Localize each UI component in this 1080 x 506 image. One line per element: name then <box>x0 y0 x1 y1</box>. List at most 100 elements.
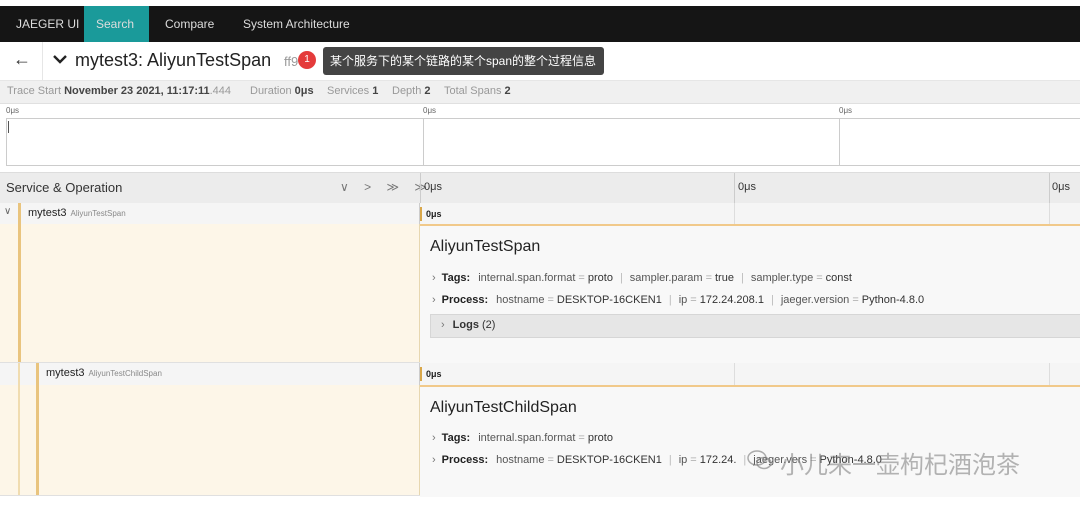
minimap-tick: 0μs <box>6 106 20 115</box>
indent-guide <box>18 385 20 495</box>
span-row[interactable]: mytest3 AliyunTestChildSpan 0μs <box>0 363 1080 386</box>
timeline-tick: 0μs <box>424 181 442 193</box>
chevron-right-icon: › <box>432 294 436 306</box>
process-value: 172.24.208.1 <box>699 294 764 306</box>
tick-line <box>1049 363 1050 385</box>
services-value: 1 <box>372 85 379 97</box>
nav-system-architecture[interactable]: System Architecture <box>231 6 362 42</box>
minimap-divider <box>423 119 424 165</box>
chevron-right-icon: › <box>432 454 436 466</box>
process-key: jaeger.version <box>780 294 850 306</box>
span-service: mytest3 AliyunTestChildSpan <box>46 367 162 379</box>
timeline-header: Service & Operation ∨ > ≫ ≫ 0μs 0μs 0μs <box>0 172 1080 204</box>
span-bar <box>420 367 422 381</box>
tick-line <box>1049 203 1050 225</box>
indent-guide <box>18 363 20 385</box>
span-duration: 0μs <box>426 369 442 379</box>
span-name-cell[interactable]: mytest3 AliyunTestChildSpan <box>0 363 420 385</box>
tag-value: const <box>825 272 852 284</box>
span-detail: AliyunTestSpan › Tags: internal.span.forma… <box>0 224 1080 364</box>
logs-count: (2) <box>482 319 496 331</box>
logs-toggle[interactable]: › Logs (2) <box>441 319 495 331</box>
total-spans-value: 2 <box>504 85 511 97</box>
service-color-bar <box>36 363 39 385</box>
process-value: 172.24. <box>699 454 737 466</box>
process-key: ip <box>678 454 688 466</box>
duration-label: Duration <box>250 85 292 97</box>
minimap-divider <box>839 119 840 165</box>
timeline-tick: 0μs <box>1052 181 1070 193</box>
tick-line <box>734 203 735 225</box>
top-nav: JAEGER UI Search Compare System Architec… <box>0 6 1080 42</box>
tag-value: proto <box>587 272 613 284</box>
total-spans-label: Total Spans <box>444 85 502 97</box>
tag-key: sampler.param <box>629 272 703 284</box>
span-bar <box>420 207 422 221</box>
tag-value: true <box>715 272 734 284</box>
process-value: DESKTOP-16CKEN1 <box>556 294 662 306</box>
operation-name: AliyunTestSpan <box>70 209 126 218</box>
service-color-bar <box>36 385 39 495</box>
column-resizer[interactable] <box>413 173 421 203</box>
tags-row[interactable]: › Tags: internal.span.format = proto <box>432 432 613 444</box>
chevron-right-icon: › <box>441 319 445 331</box>
operation-name: AliyunTestChildSpan <box>88 369 162 378</box>
trace-meta: Trace Start November 23 2021, 11:17:11.4… <box>0 81 1080 104</box>
total-spans: Total Spans 2 <box>444 85 511 97</box>
logs-section[interactable]: › Logs (2) <box>430 314 1080 338</box>
nav-search[interactable]: Search <box>84 6 149 42</box>
back-button[interactable]: ← <box>0 42 43 80</box>
tag-value: proto <box>587 432 613 444</box>
process-key: ip <box>678 294 688 306</box>
span-service: mytest3 AliyunTestSpan <box>28 207 126 219</box>
span-duration: 0μs <box>426 209 442 219</box>
span-detail-gutter <box>0 224 420 362</box>
trace-id: ff9 <box>284 54 299 69</box>
process-key: hostname <box>496 294 545 306</box>
duration: Duration 0μs <box>250 85 314 97</box>
depth-label: Depth <box>392 85 422 97</box>
process-label: Process: <box>441 294 489 306</box>
tags-row[interactable]: › Tags: internal.span.format = proto | sampler… <box>432 272 852 284</box>
tags-label: Tags: <box>441 432 471 444</box>
trace-minimap[interactable] <box>6 118 1080 166</box>
arrow-left-icon: ← <box>13 49 31 69</box>
span-detail-panel: AliyunTestChildSpan › Tags: internal.span.… <box>420 385 1080 497</box>
tag-key: internal.span.format <box>478 432 576 444</box>
span-row[interactable]: ∨ mytest3 AliyunTestSpan 0μs <box>0 203 1080 226</box>
minimap-tick: 0μs <box>839 106 853 115</box>
chevron-down-icon[interactable]: ∨ <box>4 206 11 217</box>
minimap-span-mark <box>8 121 9 133</box>
tags-label: Tags: <box>441 272 471 284</box>
timeline-tick: 0μs <box>738 181 756 193</box>
process-label: Process: <box>441 454 489 466</box>
span-detail-title: AliyunTestSpan <box>430 238 541 255</box>
brand-logo[interactable]: JAEGER UI <box>16 6 79 42</box>
service-name: mytest3 <box>28 207 67 219</box>
process-key: hostname <box>496 454 545 466</box>
tag-key: sampler.type <box>750 272 814 284</box>
tick-line <box>734 363 735 385</box>
tick-line <box>1049 173 1050 203</box>
service-operation-header: Service & Operation <box>6 180 123 195</box>
span-name-cell[interactable]: ∨ mytest3 AliyunTestSpan <box>0 203 420 225</box>
trace-start-label: Trace Start <box>7 85 61 97</box>
trace-title: mytest3: AliyunTestSpan <box>75 50 272 70</box>
chevron-right-icon: › <box>432 272 436 284</box>
services: Services 1 <box>327 85 378 97</box>
nav-compare[interactable]: Compare <box>153 6 226 42</box>
process-row[interactable]: › Process: hostname = DESKTOP-16CKEN1 | ip = 172… <box>432 294 924 306</box>
tick-line <box>734 173 735 203</box>
depth: Depth 2 <box>392 85 431 97</box>
duration-value: 0μs <box>294 85 314 97</box>
trace-start-value: November 23 2021, 11:17:11 <box>64 85 210 97</box>
trace-start: Trace Start November 23 2021, 11:17:11.4… <box>7 85 231 97</box>
trace-start-ms: .444 <box>209 85 232 97</box>
process-value: DESKTOP-16CKEN1 <box>556 454 662 466</box>
chevron-down-icon[interactable] <box>52 51 68 67</box>
span-detail-panel: AliyunTestSpan › Tags: internal.span.forma… <box>420 224 1080 364</box>
wechat-icon <box>747 450 772 470</box>
service-name: mytest3 <box>46 367 85 379</box>
process-value: Python-4.8.0 <box>861 294 925 306</box>
minimap-ticks: 0μs 0μs 0μs <box>0 104 1080 118</box>
